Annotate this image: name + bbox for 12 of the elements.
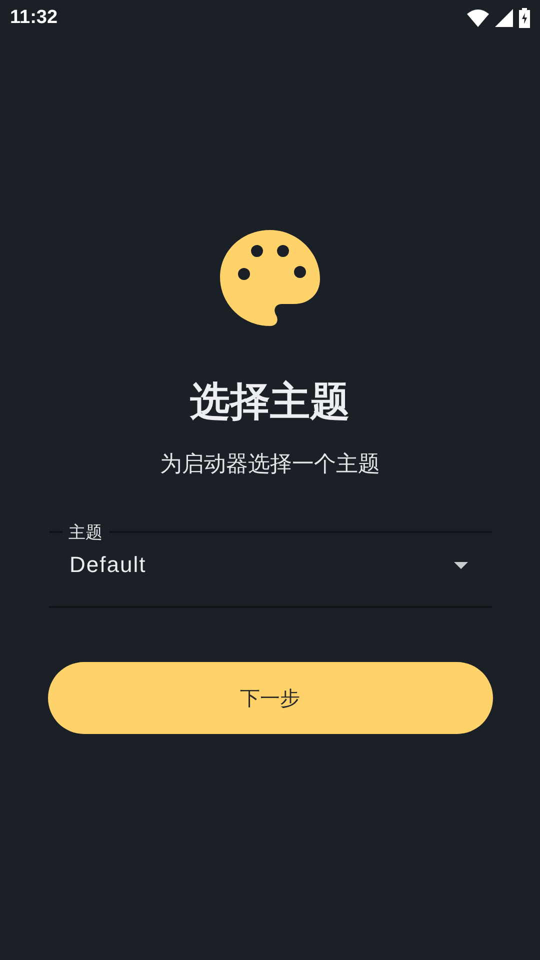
next-button[interactable]: 下一步 <box>48 662 492 734</box>
page-subtitle: 为启动器选择一个主题 <box>160 450 380 478</box>
theme-dropdown[interactable]: 主题 Default <box>48 522 492 608</box>
field-label: 主题 <box>68 522 102 544</box>
dropdown-value: Default <box>70 552 146 578</box>
battery-icon <box>519 8 530 28</box>
palette-icon <box>220 230 320 326</box>
caret-icon <box>454 562 468 568</box>
status-time: 11:32 <box>10 7 58 29</box>
page-title: 选择主题 <box>190 379 350 426</box>
signal-icon <box>495 9 513 27</box>
wifi-icon <box>467 9 489 27</box>
